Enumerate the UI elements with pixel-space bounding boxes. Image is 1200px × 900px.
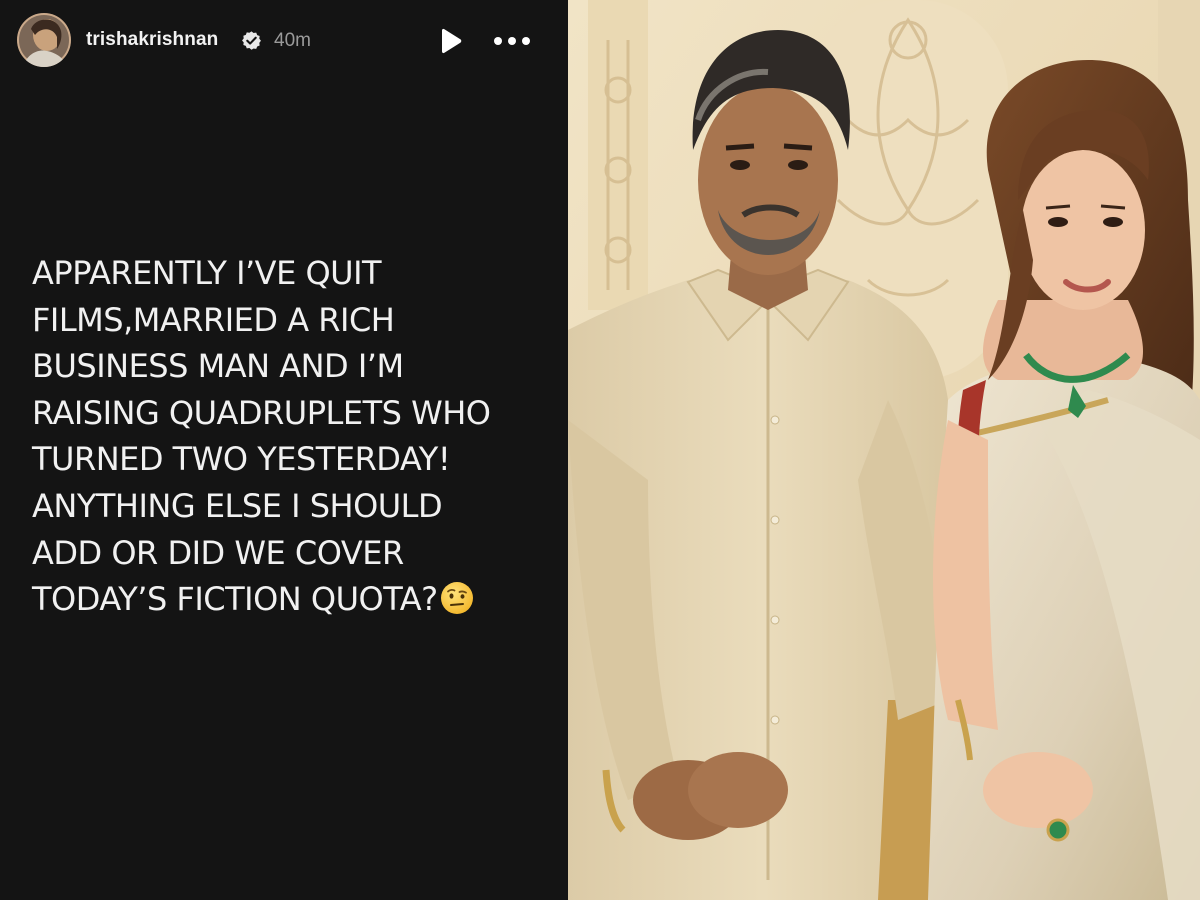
avatar[interactable] xyxy=(17,13,71,67)
story-viewer: trishakrishnan 40m APPARENTLY I’VE QUIT … xyxy=(0,0,1200,900)
story-photo xyxy=(568,0,1200,900)
story-text-line: FILMS,MARRIED A RICH xyxy=(32,300,395,339)
story-text-line: TODAY’S FICTION QUOTA? xyxy=(32,580,438,619)
story-text-line: ADD OR DID WE COVER xyxy=(32,533,404,572)
story-text-line: TURNED TWO YESTERDAY! xyxy=(32,440,451,479)
avatar-image xyxy=(17,13,71,67)
story-text-line: BUSINESS MAN AND I’M xyxy=(32,347,404,386)
story-text-line: ANYTHING ELSE I SHOULD xyxy=(32,486,443,525)
story-text-line: APPARENTLY I’VE QUIT xyxy=(32,254,382,292)
story-text-line: RAISING QUADRUPLETS WHO xyxy=(32,393,491,432)
story-text-line-last: TODAY’S FICTION QUOTA? xyxy=(32,576,552,623)
face-with-raised-eyebrow-emoji xyxy=(440,581,474,615)
play-icon[interactable] xyxy=(436,27,464,55)
post-time: 40m xyxy=(274,30,311,51)
verified-badge-icon xyxy=(241,30,262,51)
photo-illustration xyxy=(568,0,1200,900)
more-options-icon[interactable] xyxy=(492,28,532,54)
story-panel: trishakrishnan 40m APPARENTLY I’VE QUIT … xyxy=(0,0,568,900)
story-text: APPARENTLY I’VE QUIT FILMS,MARRIED A RIC… xyxy=(32,250,552,623)
story-header: trishakrishnan 40m xyxy=(0,0,568,82)
username[interactable]: trishakrishnan xyxy=(86,29,218,51)
